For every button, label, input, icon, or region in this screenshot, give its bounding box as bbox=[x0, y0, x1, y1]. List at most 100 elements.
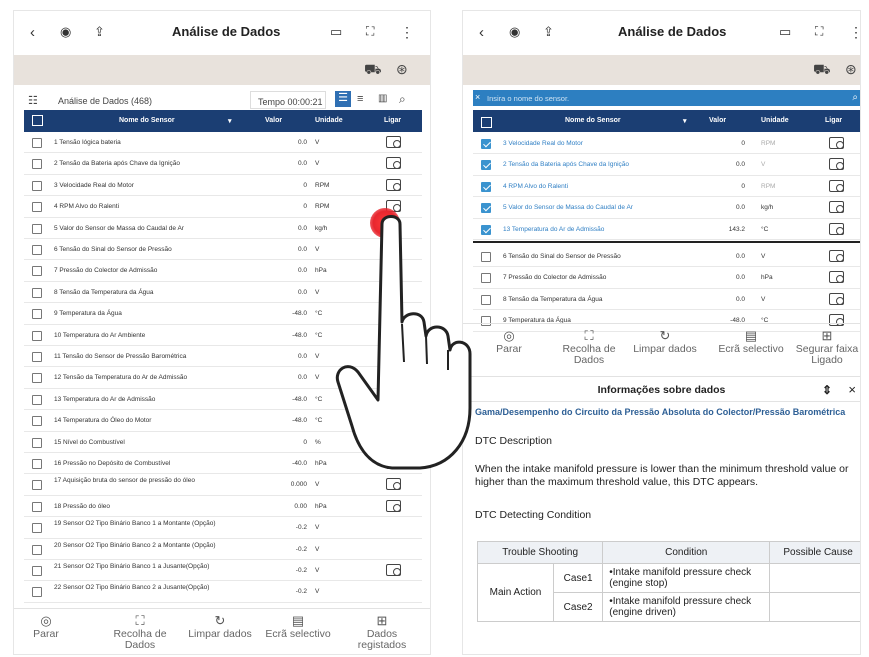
row-checkbox[interactable] bbox=[32, 566, 42, 576]
graph-link-icon[interactable] bbox=[829, 201, 844, 214]
car-icon[interactable]: ⛟ bbox=[813, 61, 831, 80]
graph-link-icon[interactable] bbox=[829, 222, 844, 235]
graph-link-icon[interactable] bbox=[386, 178, 401, 191]
row-checkbox[interactable] bbox=[32, 266, 42, 277]
toolbar-button-4[interactable]: ⊞ Segurar faixa Ligado bbox=[787, 328, 860, 366]
table-row[interactable]: 22 Sensor O2 Tipo Binário Banco 2 a Jusa… bbox=[24, 581, 422, 603]
row-checkbox[interactable] bbox=[32, 352, 42, 362]
graph-link-icon[interactable] bbox=[386, 478, 401, 491]
toolbar-button-0[interactable]: ◎ Parar bbox=[14, 613, 86, 640]
fullscreen-icon[interactable]: ⛶ bbox=[815, 24, 823, 39]
toolbar-button-1[interactable]: ⛶ Recolha de Dados bbox=[549, 328, 629, 366]
row-checkbox[interactable] bbox=[32, 223, 42, 234]
row-checkbox[interactable] bbox=[32, 480, 42, 491]
row-checkbox[interactable] bbox=[32, 245, 42, 255]
row-checkbox[interactable] bbox=[32, 587, 42, 598]
export-icon[interactable]: ⇪ bbox=[543, 24, 554, 40]
row-checkbox[interactable] bbox=[32, 501, 42, 512]
close-search-icon[interactable]: × bbox=[475, 92, 480, 102]
table-row[interactable]: 13 Temperatura do Ar de Admissão 143.2 °C bbox=[473, 219, 860, 240]
search-input[interactable]: Insira o nome do sensor. bbox=[487, 94, 569, 103]
row-checkbox[interactable] bbox=[32, 544, 42, 555]
toolbar-button-2[interactable]: ↻ Limpar dados bbox=[625, 328, 705, 355]
select-all-checkbox[interactable] bbox=[481, 117, 492, 128]
diagnostic-icon[interactable]: ◉ bbox=[60, 24, 71, 40]
graph-link-icon[interactable] bbox=[829, 292, 844, 305]
graph-link-icon[interactable] bbox=[386, 136, 401, 148]
text-view-icon[interactable]: ≡ bbox=[357, 93, 363, 105]
toolbar-button-2[interactable]: ↻ Limpar dados bbox=[180, 613, 260, 640]
table-row[interactable]: 8 Tensão da Temperatura da Água 0.0 V bbox=[473, 289, 860, 311]
graph-link-icon[interactable] bbox=[829, 271, 844, 284]
toolbar-button-3[interactable]: ▤ Ecrã selectivo bbox=[258, 613, 338, 640]
graph-link-icon[interactable] bbox=[829, 137, 844, 149]
graph-link-icon[interactable] bbox=[829, 179, 844, 192]
col-unit[interactable]: Unidade bbox=[761, 117, 789, 124]
steering-icon[interactable]: ⊛ bbox=[396, 61, 408, 78]
export-icon[interactable]: ⇪ bbox=[94, 24, 105, 40]
car-icon[interactable]: ⛟ bbox=[364, 61, 382, 80]
back-icon[interactable]: ‹ bbox=[479, 24, 484, 41]
row-checkbox[interactable] bbox=[32, 202, 42, 213]
row-checkbox[interactable] bbox=[32, 459, 42, 469]
back-icon[interactable]: ‹ bbox=[30, 24, 35, 41]
row-checkbox[interactable] bbox=[32, 416, 42, 427]
col-name[interactable]: Nome do Sensor bbox=[119, 117, 175, 124]
table-row[interactable]: 4 RPM Alvo do Ralenti 0 RPM bbox=[473, 176, 860, 198]
search-icon[interactable]: ⌕ bbox=[852, 92, 858, 103]
row-checkbox[interactable] bbox=[481, 139, 491, 149]
row-checkbox[interactable] bbox=[32, 138, 42, 148]
select-all-checkbox[interactable] bbox=[32, 115, 43, 126]
battery-icon[interactable]: ▭ bbox=[330, 24, 342, 40]
row-checkbox[interactable] bbox=[32, 287, 42, 298]
row-checkbox[interactable] bbox=[32, 180, 42, 191]
more-menu-icon[interactable]: ⋮ bbox=[400, 24, 414, 41]
fullscreen-icon[interactable]: ⛶ bbox=[366, 24, 374, 39]
row-checkbox[interactable] bbox=[32, 330, 42, 341]
diagnostic-icon[interactable]: ◉ bbox=[509, 24, 520, 40]
table-row[interactable]: 3 Velocidade Real do Motor 0 RPM bbox=[24, 175, 422, 197]
steering-icon[interactable]: ⊛ bbox=[845, 61, 857, 78]
row-checkbox[interactable] bbox=[481, 181, 491, 192]
col-unit[interactable]: Unidade bbox=[315, 117, 343, 124]
row-checkbox[interactable] bbox=[32, 159, 42, 170]
graph-link-icon[interactable] bbox=[829, 158, 844, 171]
table-row[interactable]: 7 Pressão do Colector de Admissão 0.0 hPa bbox=[473, 267, 860, 289]
toolbar-button-1[interactable]: ⛶ Recolha de Dados bbox=[100, 613, 180, 651]
battery-icon[interactable]: ▭ bbox=[779, 24, 791, 40]
col-name[interactable]: Nome do Sensor bbox=[565, 117, 621, 124]
expand-icon[interactable]: ⇕ bbox=[822, 383, 832, 397]
table-row[interactable]: 18 Pressão do óleo 0.00 hPa bbox=[24, 496, 422, 518]
table-row[interactable]: 17 Aquisição bruta do sensor de pressão … bbox=[24, 474, 422, 496]
table-row[interactable]: 21 Sensor O2 Tipo Binário Banco 1 a Jusa… bbox=[24, 560, 422, 582]
sort-icon[interactable]: ▾ bbox=[683, 117, 687, 125]
row-checkbox[interactable] bbox=[32, 523, 42, 534]
row-checkbox[interactable] bbox=[32, 309, 42, 320]
graph-view-icon[interactable]: ▥ bbox=[378, 93, 387, 104]
table-row[interactable]: 1 Tensão lógica bateria 0.0 V bbox=[24, 132, 422, 154]
table-row[interactable]: 20 Sensor O2 Tipo Binário Banco 2 a Mont… bbox=[24, 539, 422, 560]
table-row[interactable]: 2 Tensão da Bateria após Chave da Igniçã… bbox=[473, 154, 860, 176]
table-row[interactable]: 5 Valor do Sensor de Massa do Caudal de … bbox=[473, 197, 860, 219]
row-checkbox[interactable] bbox=[32, 373, 42, 384]
list-view-icon[interactable]: ☰ bbox=[335, 91, 351, 107]
toolbar-button-3[interactable]: ▤ Ecrã selectivo bbox=[711, 328, 791, 355]
graph-link-icon[interactable] bbox=[386, 157, 401, 170]
more-menu-icon[interactable]: ⋮ bbox=[849, 24, 860, 41]
graph-link-icon[interactable] bbox=[386, 564, 401, 576]
sort-icon[interactable]: ▾ bbox=[228, 117, 232, 125]
col-link[interactable]: Ligar bbox=[384, 117, 401, 124]
table-row[interactable]: 6 Tensão do Sinal do Sensor de Pressão 0.… bbox=[473, 246, 860, 268]
sensor-search-bar[interactable]: × Insira o nome do sensor. ⌕ bbox=[473, 90, 860, 106]
row-checkbox[interactable] bbox=[481, 160, 491, 171]
table-row[interactable]: 19 Sensor O2 Tipo Binário Banco 1 a Mont… bbox=[24, 517, 422, 539]
toolbar-button-4[interactable]: ⊞ Dados registados bbox=[342, 613, 422, 651]
graph-link-icon[interactable] bbox=[386, 499, 401, 512]
col-link[interactable]: Ligar bbox=[825, 117, 842, 124]
table-row[interactable]: 3 Velocidade Real do Motor 0 RPM bbox=[473, 133, 860, 155]
row-checkbox[interactable] bbox=[32, 394, 42, 405]
graph-link-icon[interactable] bbox=[829, 250, 844, 262]
row-checkbox[interactable] bbox=[32, 437, 42, 448]
search-icon[interactable]: ⌕ bbox=[399, 92, 406, 107]
table-row[interactable]: 2 Tensão da Bateria após Chave da Igniçã… bbox=[24, 153, 422, 175]
